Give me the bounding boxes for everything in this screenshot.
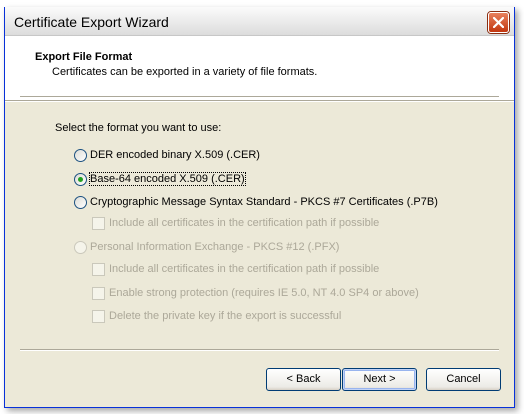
label-pkcs7[interactable]: Cryptographic Message Syntax Standard - … — [90, 196, 438, 208]
title-bar[interactable]: Certificate Export Wizard — [5, 7, 514, 36]
label-p7b-include-path: Include all certificates in the certific… — [109, 217, 380, 229]
label-der[interactable]: DER encoded binary X.509 (.CER) — [90, 149, 260, 161]
next-button[interactable]: Next > — [342, 368, 417, 391]
radio-base64[interactable] — [74, 173, 87, 186]
label-pfx-strong-protection: Enable strong protection (requires IE 5.… — [109, 287, 419, 299]
close-button[interactable] — [488, 12, 509, 33]
close-icon — [493, 17, 504, 28]
cancel-button[interactable]: Cancel — [426, 368, 501, 391]
checkbox-pfx-delete-key[interactable] — [92, 310, 105, 323]
checkbox-pfx-strong-protection[interactable] — [92, 287, 105, 300]
checkbox-pfx-include-path[interactable] — [92, 263, 105, 276]
wizard-header: Export File Format Certificates can be e… — [5, 36, 514, 100]
radio-pkcs7[interactable] — [74, 196, 87, 209]
page-subtitle: Certificates can be exported in a variet… — [52, 66, 318, 78]
header-inner-divider — [20, 96, 499, 98]
footer-divider — [20, 349, 499, 351]
label-pkcs12: Personal Information Exchange - PKCS #12… — [90, 241, 340, 253]
radio-selected-dot — [78, 177, 83, 182]
window-title: Certificate Export Wizard — [14, 14, 169, 30]
wizard-window: Certificate Export Wizard Export File Fo… — [4, 7, 515, 408]
back-button[interactable]: < Back — [266, 368, 341, 391]
header-divider — [5, 100, 514, 102]
radio-pkcs12[interactable] — [74, 241, 87, 254]
page-title: Export File Format — [35, 51, 133, 63]
format-prompt: Select the format you want to use: — [55, 122, 222, 134]
label-pfx-include-path: Include all certificates in the certific… — [109, 263, 380, 275]
checkbox-p7b-include-path[interactable] — [92, 217, 105, 230]
radio-der[interactable] — [74, 149, 87, 162]
label-base64[interactable]: Base-64 encoded X.509 (.CER) — [89, 172, 246, 186]
label-pfx-delete-key: Delete the private key if the export is … — [109, 310, 342, 322]
